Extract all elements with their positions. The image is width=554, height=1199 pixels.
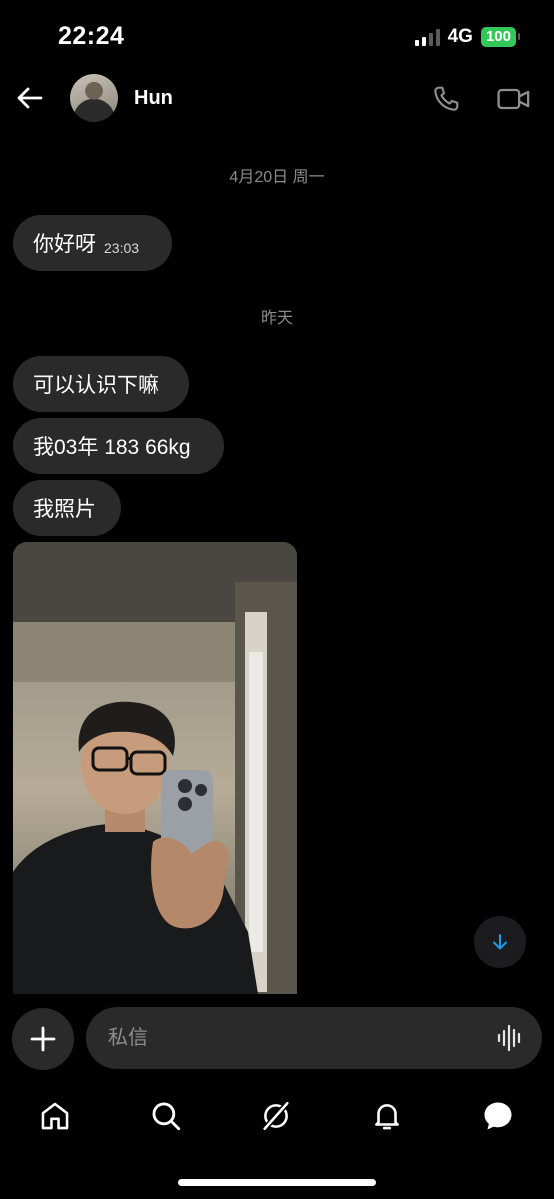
message-text: 我03年 183 66kg bbox=[33, 436, 191, 459]
photo-message[interactable] bbox=[13, 542, 297, 994]
arrow-left-icon bbox=[17, 87, 43, 109]
plus-icon bbox=[30, 1026, 56, 1052]
arrow-down-icon bbox=[493, 934, 507, 950]
nav-home[interactable] bbox=[35, 1096, 75, 1136]
message-bubble[interactable]: 我03年 183 66kg bbox=[13, 418, 224, 474]
contact-name[interactable]: Hun bbox=[134, 87, 173, 110]
message-bubble[interactable]: 可以认识下嘛 bbox=[13, 356, 189, 412]
message-text: 我照片 bbox=[33, 498, 96, 521]
video-camera-icon bbox=[497, 88, 530, 110]
battery-level: 100 bbox=[480, 27, 521, 47]
call-button[interactable] bbox=[430, 83, 462, 115]
grok-icon bbox=[262, 1101, 290, 1131]
message-text: 可以认识下嘛 bbox=[33, 374, 159, 397]
message-time: 23:03 bbox=[104, 240, 140, 256]
bell-icon bbox=[375, 1104, 399, 1130]
nav-search[interactable] bbox=[146, 1096, 186, 1136]
avatar[interactable] bbox=[70, 74, 118, 122]
home-icon bbox=[41, 1102, 69, 1130]
nav-grok[interactable] bbox=[256, 1096, 296, 1136]
message-input[interactable] bbox=[108, 1007, 478, 1069]
message-composer[interactable] bbox=[86, 1007, 542, 1069]
scroll-to-bottom-button[interactable] bbox=[474, 916, 526, 968]
home-indicator bbox=[178, 1179, 376, 1186]
message-bubble[interactable]: 我照片 bbox=[13, 480, 121, 536]
phone-icon bbox=[434, 86, 459, 111]
voice-message-button[interactable] bbox=[496, 1024, 524, 1052]
status-time: 22:24 bbox=[58, 22, 125, 50]
video-call-button[interactable] bbox=[496, 83, 532, 115]
search-icon bbox=[152, 1102, 181, 1131]
nav-notifications[interactable] bbox=[367, 1096, 407, 1136]
date-separator: 4月20日 周一 bbox=[229, 169, 325, 186]
message-bubble[interactable]: 你好呀 23:03 bbox=[13, 215, 172, 271]
date-separator: 昨天 bbox=[260, 310, 293, 327]
network-type: 4G bbox=[447, 26, 473, 47]
status-indicators: 4G 100 bbox=[414, 26, 521, 48]
voice-waveform-icon bbox=[497, 1024, 521, 1052]
messages-icon bbox=[484, 1102, 512, 1130]
signal-icon bbox=[414, 28, 440, 46]
nav-messages[interactable] bbox=[478, 1096, 518, 1136]
back-button[interactable] bbox=[14, 82, 46, 114]
selfie-photo bbox=[13, 542, 297, 994]
message-text: 你好呀 bbox=[33, 233, 96, 256]
chat-screen: 22:24 4G 100 Hun 4月20日 周一 你好呀 23:03 昨天 可… bbox=[0, 0, 554, 1199]
add-media-button[interactable] bbox=[12, 1008, 74, 1070]
